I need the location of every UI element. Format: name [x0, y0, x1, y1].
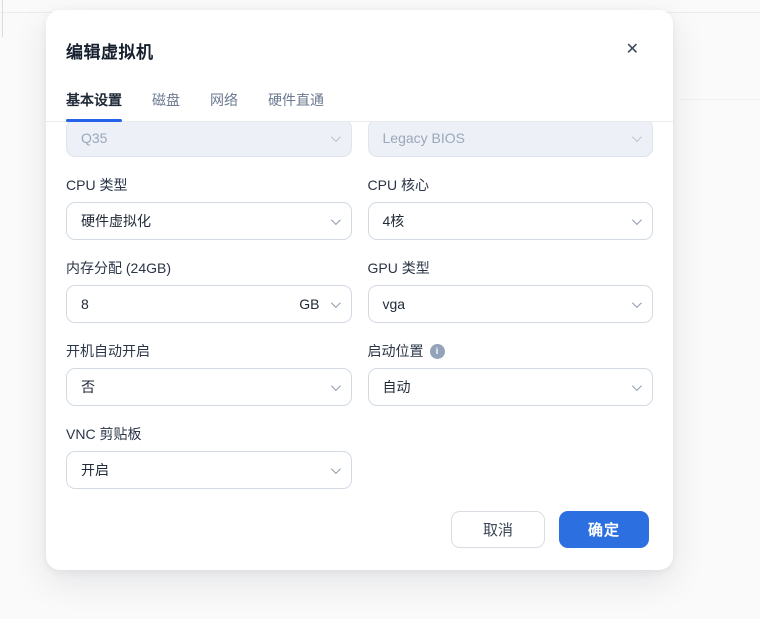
- cpu-type-value: 硬件虚拟化: [81, 213, 151, 229]
- dialog-footer: 取消 确定: [450, 511, 649, 548]
- auto-start-select[interactable]: 否: [66, 368, 352, 406]
- chevron-down-icon: [631, 131, 642, 142]
- dialog-title: 编辑虚拟机: [66, 43, 154, 62]
- tab-basic-settings[interactable]: 基本设置: [66, 90, 122, 122]
- tab-bar: 基本设置 磁盘 网络 硬件直通: [46, 90, 673, 122]
- cpu-cores-value: 4核: [382, 213, 405, 229]
- row-cpu-labels: CPU 类型 CPU 核心: [66, 157, 653, 202]
- row-memory-gpu-labels: 内存分配 (24GB) GPU 类型: [66, 240, 653, 285]
- auto-start-label: 开机自动开启: [66, 343, 150, 359]
- boot-location-label-text: 启动位置: [367, 343, 424, 359]
- tab-disk[interactable]: 磁盘: [152, 90, 180, 121]
- boot-location-value: 自动: [382, 379, 411, 395]
- bios-value: Legacy BIOS: [382, 130, 466, 146]
- auto-start-value: 否: [81, 379, 95, 395]
- cpu-type-label: CPU 类型: [66, 177, 128, 193]
- boot-location-label: 启动位置 i: [368, 341, 654, 361]
- cancel-button[interactable]: 取消: [450, 511, 545, 548]
- vnc-clipboard-select[interactable]: 开启: [66, 451, 352, 489]
- cpu-cores-label: CPU 核心: [367, 177, 429, 193]
- edit-vm-dialog: 编辑虚拟机 ✕ 基本设置 磁盘 网络 硬件直通 Q35 Legacy BIOS …: [46, 10, 673, 570]
- background-edge-left: [2, 0, 3, 37]
- row-cpu-fields: 硬件虚拟化 4核: [66, 202, 653, 240]
- memory-label: 内存分配 (24GB): [66, 260, 172, 276]
- chevron-down-icon: [330, 380, 341, 391]
- bios-select: Legacy BIOS: [367, 122, 653, 157]
- row-autostart-boot-labels: 开机自动开启 启动位置 i: [66, 323, 653, 368]
- chevron-down-icon: [631, 297, 642, 308]
- tab-hardware-passthrough[interactable]: 硬件直通: [268, 90, 324, 121]
- chevron-down-icon: [631, 380, 642, 391]
- memory-unit-label: GB: [299, 296, 320, 312]
- close-icon[interactable]: ✕: [622, 40, 643, 60]
- machine-type-select: Q35: [66, 122, 352, 157]
- row-memory-gpu-fields: 8 GB vga: [66, 285, 653, 323]
- row-vnc-field: 开启: [66, 451, 653, 489]
- dialog-body: Q35 Legacy BIOS CPU 类型 CPU 核心 硬件虚拟化 4核 内…: [46, 122, 673, 489]
- chevron-down-icon: [330, 131, 341, 142]
- dialog-header: 编辑虚拟机 ✕: [46, 10, 673, 63]
- cpu-type-select[interactable]: 硬件虚拟化: [66, 202, 352, 240]
- chevron-down-icon: [330, 463, 341, 474]
- memory-input[interactable]: 8 GB: [66, 285, 352, 323]
- row-machine-bios: Q35 Legacy BIOS: [66, 122, 653, 157]
- machine-type-value: Q35: [81, 130, 108, 146]
- chevron-down-icon: [631, 214, 642, 225]
- background-divider-right: [680, 99, 760, 100]
- boot-location-select[interactable]: 自动: [367, 368, 653, 406]
- cpu-cores-select[interactable]: 4核: [367, 202, 653, 240]
- row-autostart-boot-fields: 否 自动: [66, 368, 653, 406]
- confirm-button[interactable]: 确定: [558, 511, 649, 548]
- memory-value: 8: [81, 296, 89, 312]
- chevron-down-icon: [330, 297, 341, 308]
- tab-network[interactable]: 网络: [210, 90, 238, 121]
- gpu-type-select[interactable]: vga: [367, 285, 653, 323]
- gpu-type-value: vga: [382, 296, 406, 312]
- gpu-type-label: GPU 类型: [367, 260, 430, 276]
- chevron-down-icon: [330, 214, 341, 225]
- info-icon[interactable]: i: [429, 343, 445, 359]
- row-vnc-label: VNC 剪贴板: [66, 406, 653, 451]
- vnc-clipboard-label: VNC 剪贴板: [66, 426, 142, 442]
- vnc-clipboard-value: 开启: [81, 462, 109, 478]
- memory-unit-group[interactable]: GB: [299, 296, 341, 312]
